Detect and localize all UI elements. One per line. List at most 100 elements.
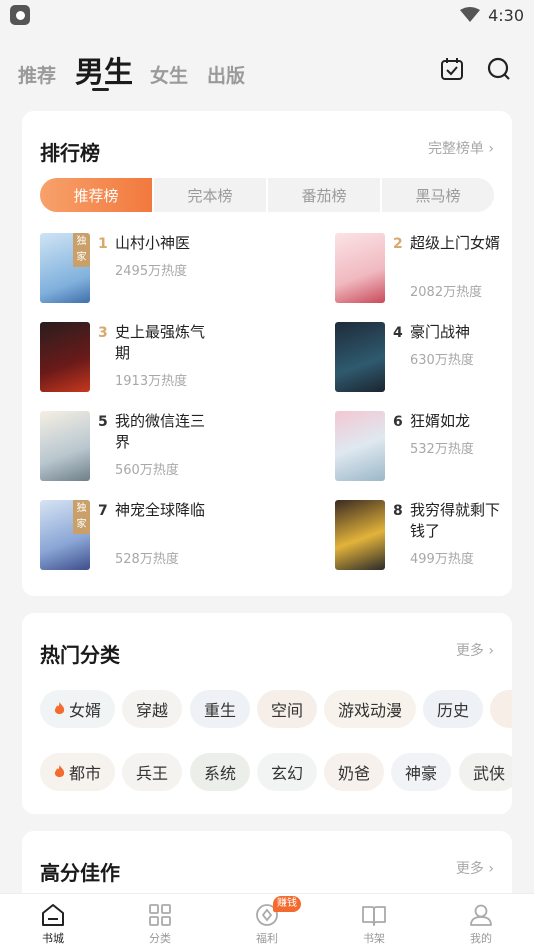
- status-time: 4:30: [488, 5, 524, 25]
- rank-item[interactable]: 独家 7 神宠全球降临 528万热度: [40, 500, 260, 572]
- chip-label: 重生: [204, 701, 237, 720]
- tab-publish[interactable]: 出版: [207, 61, 245, 88]
- flame-icon: [54, 765, 65, 777]
- category-chip[interactable]: 重生: [190, 690, 251, 728]
- rank-item[interactable]: 4 豪门战神 630万热度: [335, 322, 534, 394]
- book-cover: [40, 411, 90, 481]
- rank-number: 3: [98, 325, 108, 341]
- book-heat: 2082万热度: [410, 285, 483, 300]
- book-title: 超级上门女婿: [410, 234, 501, 252]
- rank-number: 6: [393, 414, 403, 430]
- grid-icon: [149, 904, 171, 926]
- book-title: 神宠全球降临: [115, 501, 206, 519]
- high-score-more-link[interactable]: 更多 ›: [456, 858, 494, 878]
- category-chip[interactable]: 武侠: [459, 753, 512, 791]
- ranking-tabs: 推荐榜 完本榜 番茄榜 黑马榜: [40, 178, 494, 212]
- ranking-more-link[interactable]: 完整榜单 ›: [428, 138, 494, 158]
- book-cover: [335, 500, 385, 570]
- category-chip-city[interactable]: 都市: [40, 753, 116, 791]
- rank-number: 4: [393, 325, 403, 341]
- flame-icon: [54, 702, 65, 714]
- chip-label: 空间: [271, 701, 304, 720]
- category-chip[interactable]: 穿越: [122, 690, 183, 728]
- status-bar: 4:30: [0, 0, 534, 30]
- rank-number: 1: [98, 236, 108, 252]
- rank-number: 5: [98, 414, 108, 430]
- categories-card: 热门分类 更多 › 女婿 穿越 重生 空间 游戏动漫 历史 都市 兵王 系统 玄…: [22, 613, 512, 814]
- chip-label: 武侠: [473, 764, 506, 783]
- tab-recommend[interactable]: 推荐: [18, 61, 56, 88]
- category-chip[interactable]: 奶爸: [324, 753, 385, 791]
- nav-label: 我的: [470, 932, 492, 945]
- rank-number: 2: [393, 236, 403, 252]
- nav-bookshelf[interactable]: 书架: [344, 894, 404, 949]
- nav-bookstore[interactable]: 书城: [23, 894, 83, 949]
- category-chip[interactable]: 系统: [190, 753, 251, 791]
- book-title: 我的微信连三界: [115, 412, 206, 451]
- bottom-nav: 书城 分类 福利 书架 我的: [0, 893, 534, 949]
- calendar-checkin-icon[interactable]: [439, 56, 465, 82]
- chip-label: 都市: [69, 764, 102, 783]
- book-cover: [40, 322, 90, 392]
- book-heat: 560万热度: [115, 463, 179, 478]
- app-notification-icon: [10, 5, 30, 25]
- category-chip[interactable]: 兵王: [122, 753, 183, 791]
- category-chip[interactable]: 神豪: [391, 753, 452, 791]
- rank-number: 7: [98, 503, 108, 519]
- chip-label: 兵王: [136, 764, 169, 783]
- chip-label: 女婿: [69, 701, 102, 720]
- wifi-icon: [460, 7, 481, 22]
- chip-label: 玄幻: [271, 764, 304, 783]
- nav-mine[interactable]: 我的: [451, 894, 511, 949]
- rank-item[interactable]: 2 超级上门女婿 2082万热度: [335, 233, 534, 305]
- chip-label: 奶爸: [338, 764, 371, 783]
- category-chip[interactable]: 玄幻: [257, 753, 318, 791]
- chip-label: 历史: [437, 701, 470, 720]
- rank-item[interactable]: 3 史上最强炼气期 1913万热度: [40, 322, 260, 394]
- chip-label: 游戏动漫: [338, 701, 403, 720]
- book-heat: 532万热度: [410, 442, 474, 457]
- book-heat: 2495万热度: [115, 264, 188, 279]
- book-heat: 630万热度: [410, 353, 474, 368]
- book-cover: 独家: [40, 500, 90, 570]
- book-heat: 528万热度: [115, 552, 179, 567]
- category-chip-partial[interactable]: [490, 690, 512, 728]
- rank-tab-fanqie[interactable]: 番茄榜: [268, 178, 382, 212]
- rank-item[interactable]: 独家 1 山村小神医 2495万热度: [40, 233, 260, 305]
- rank-item[interactable]: 5 我的微信连三界 560万热度: [40, 411, 260, 483]
- category-chip[interactable]: 游戏动漫: [324, 690, 417, 728]
- open-book-icon: [362, 906, 386, 926]
- nav-label: 分类: [149, 932, 171, 945]
- book-title: 豪门战神: [410, 323, 471, 341]
- nav-label: 书城: [42, 932, 64, 945]
- rank-item[interactable]: 6 狂婿如龙 532万热度: [335, 411, 534, 483]
- search-icon[interactable]: [486, 56, 512, 82]
- rank-tab-darkhorse[interactable]: 黑马榜: [382, 178, 494, 212]
- categories-title: 热门分类: [40, 643, 120, 667]
- rank-tab-recommend[interactable]: 推荐榜: [40, 178, 154, 212]
- book-cover: 独家: [40, 233, 90, 303]
- exclusive-tag: 独家: [73, 233, 90, 267]
- tab-male[interactable]: 男生: [75, 49, 133, 91]
- book-cover: [335, 233, 385, 303]
- category-chip[interactable]: 历史: [423, 690, 484, 728]
- rank-tab-finished[interactable]: 完本榜: [154, 178, 268, 212]
- rank-item[interactable]: 8 我穷得就剩下钱了 499万热度: [335, 500, 534, 572]
- chip-label: 穿越: [136, 701, 169, 720]
- book-heat: 1913万热度: [115, 374, 188, 389]
- categories-more-link[interactable]: 更多 ›: [456, 640, 494, 660]
- chip-label: 系统: [204, 764, 237, 783]
- high-score-title: 高分佳作: [40, 861, 120, 885]
- ranking-card: 排行榜 完整榜单 › 推荐榜 完本榜 番茄榜 黑马榜 独家 1 山村小神医 24…: [22, 111, 512, 596]
- category-chip-sonin-law[interactable]: 女婿: [40, 690, 116, 728]
- book-cover: [335, 411, 385, 481]
- nav-category[interactable]: 分类: [130, 894, 190, 949]
- book-title: 狂婿如龙: [410, 412, 471, 430]
- active-tab-indicator: [92, 88, 109, 91]
- category-chip[interactable]: 空间: [257, 690, 318, 728]
- nav-label: 书架: [363, 932, 385, 945]
- chip-label: 神豪: [405, 764, 438, 783]
- book-heat: 499万热度: [410, 552, 474, 567]
- tab-female[interactable]: 女生: [150, 61, 188, 88]
- nav-label: 福利: [256, 932, 278, 945]
